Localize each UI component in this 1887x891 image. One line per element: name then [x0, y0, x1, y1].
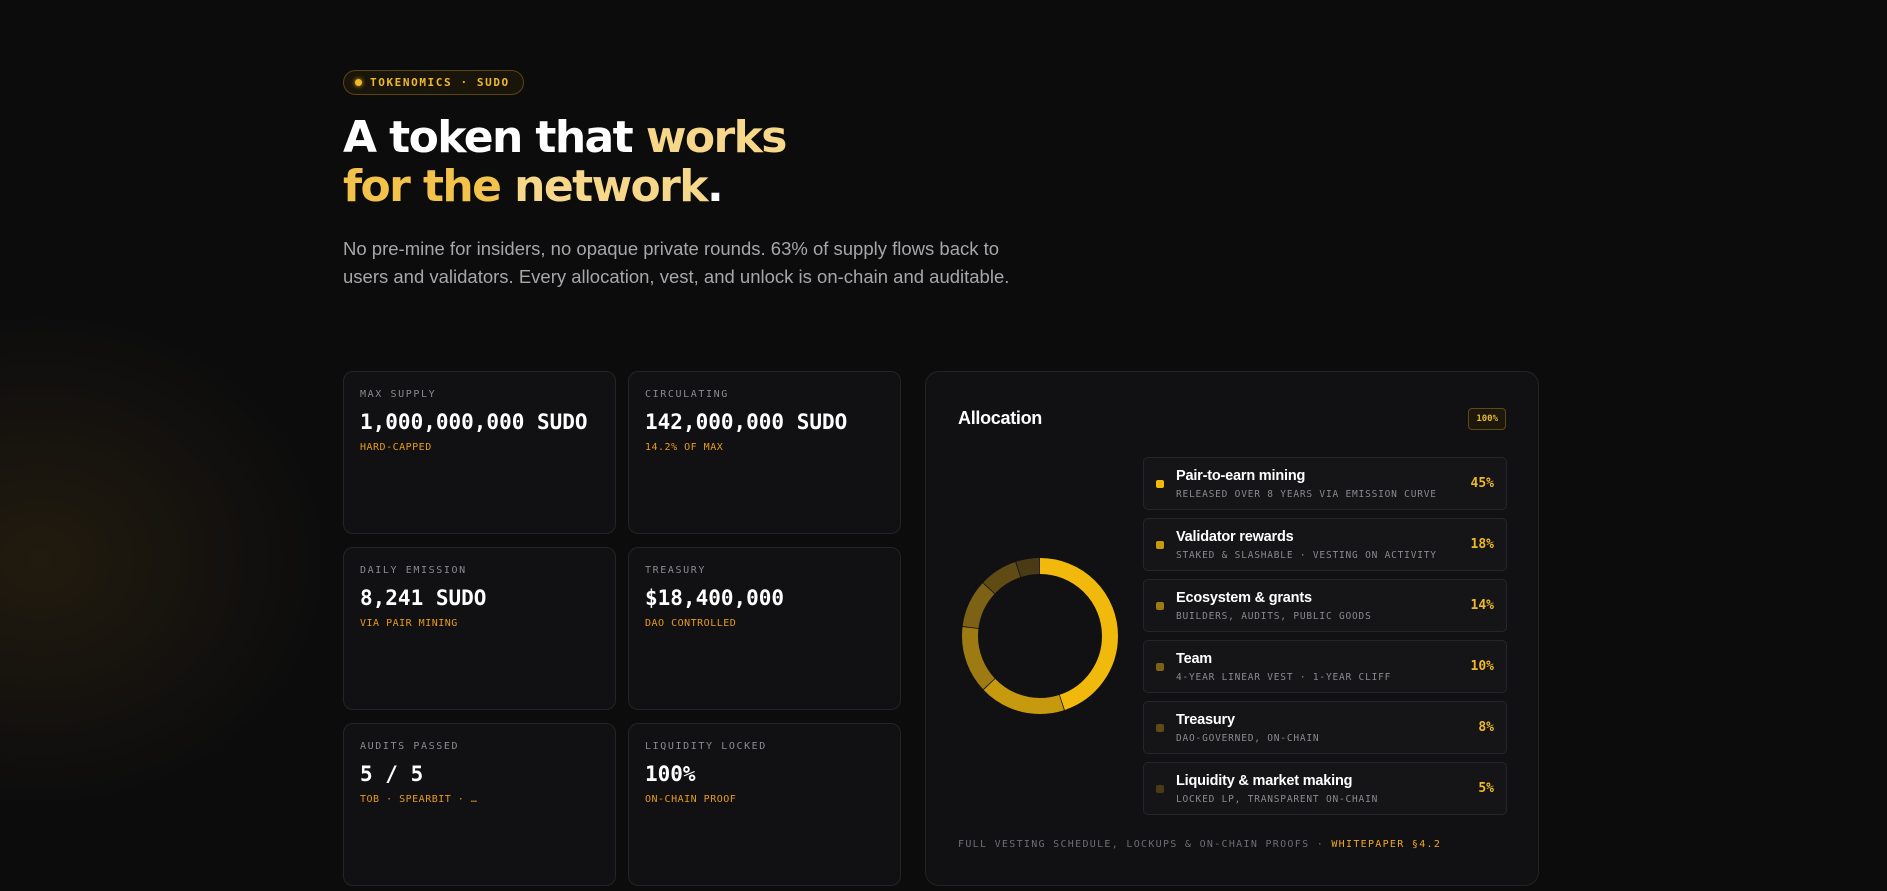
- allocation-total-badge: 100%: [1468, 408, 1506, 430]
- stat-value: 142,000,000 SUDO: [645, 410, 848, 434]
- allocation-donut-chart: [962, 558, 1118, 714]
- allocation-desc: STAKED & SLASHABLE · VESTING ON ACTIVITY: [1176, 550, 1437, 561]
- swatch-icon: [1156, 785, 1164, 793]
- stat-card-daily-emission: DAILY EMISSION 8,241 SUDO VIA PAIR MININ…: [343, 547, 616, 710]
- allocation-name: Treasury: [1176, 712, 1235, 728]
- stat-card-treasury: TREASURY $18,400,000 DAO CONTROLLED: [628, 547, 901, 710]
- stat-card-circulating: CIRCULATING 142,000,000 SUDO 14.2% OF MA…: [628, 371, 901, 534]
- title-part-3: for the: [343, 161, 515, 212]
- swatch-icon: [1156, 663, 1164, 671]
- allocation-pct: 18%: [1470, 537, 1494, 552]
- allocation-pct: 45%: [1470, 476, 1494, 491]
- tokenomics-section: TOKENOMICS · SUDO A token that works for…: [343, 70, 1539, 886]
- stat-subtext: TOB · SPEARBIT · …: [360, 794, 478, 805]
- dot-icon: [355, 79, 362, 86]
- whitepaper-link[interactable]: WHITEPAPER §4.2: [1331, 839, 1441, 850]
- page-description: No pre-mine for insiders, no opaque priv…: [343, 238, 1010, 287]
- allocation-desc: RELEASED OVER 8 YEARS VIA EMISSION CURVE: [1176, 489, 1437, 500]
- swatch-icon: [1156, 480, 1164, 488]
- allocation-desc: BUILDERS, AUDITS, PUBLIC GOODS: [1176, 611, 1372, 622]
- allocation-name: Pair-to-earn mining: [1176, 468, 1306, 484]
- allocation-pct: 10%: [1470, 659, 1494, 674]
- allocation-row-validator: Validator rewards STAKED & SLASHABLE · V…: [1143, 518, 1507, 571]
- swatch-icon: [1156, 541, 1164, 549]
- allocation-row-ecosystem: Ecosystem & grants BUILDERS, AUDITS, PUB…: [1143, 579, 1507, 632]
- swatch-icon: [1156, 724, 1164, 732]
- allocation-footnote: FULL VESTING SCHEDULE, LOCKUPS & ON-CHAI…: [958, 839, 1441, 850]
- allocation-name: Liquidity & market making: [1176, 773, 1353, 789]
- stat-label: TREASURY: [645, 565, 706, 576]
- allocation-row-treasury: Treasury DAO-GOVERNED, ON-CHAIN 8%: [1143, 701, 1507, 754]
- title-part-1: A token that: [343, 112, 646, 163]
- stat-subtext: ON-CHAIN PROOF: [645, 794, 737, 805]
- allocation-panel: Allocation 100% Pair-to-earn mining RELE…: [925, 371, 1539, 886]
- allocation-name: Validator rewards: [1176, 529, 1294, 545]
- stat-card-max-supply: MAX SUPPLY 1,000,000,000 SUDO HARD-CAPPE…: [343, 371, 616, 534]
- stat-label: AUDITS PASSED: [360, 741, 460, 752]
- section-badge: TOKENOMICS · SUDO: [343, 70, 524, 95]
- allocation-desc: 4-YEAR LINEAR VEST · 1-YEAR CLIFF: [1176, 672, 1392, 683]
- stat-subtext: DAO CONTROLLED: [645, 618, 737, 629]
- allocation-pct: 5%: [1478, 781, 1494, 796]
- stat-subtext: VIA PAIR MINING: [360, 618, 458, 629]
- footnote-text: FULL VESTING SCHEDULE, LOCKUPS & ON-CHAI…: [958, 839, 1332, 850]
- allocation-desc: DAO-GOVERNED, ON-CHAIN: [1176, 733, 1320, 744]
- stat-label: CIRCULATING: [645, 389, 729, 400]
- stat-value: 8,241 SUDO: [360, 586, 487, 610]
- stat-label: MAX SUPPLY: [360, 389, 437, 400]
- allocation-row-team: Team 4-YEAR LINEAR VEST · 1-YEAR CLIFF 1…: [1143, 640, 1507, 693]
- allocation-row-mining: Pair-to-earn mining RELEASED OVER 8 YEAR…: [1143, 457, 1507, 510]
- stat-value: 1,000,000,000 SUDO: [360, 410, 588, 434]
- title-part-4: network: [514, 161, 708, 212]
- allocation-title: Allocation: [958, 408, 1043, 428]
- allocation-desc: LOCKED LP, TRANSPARENT ON-CHAIN: [1176, 794, 1379, 805]
- stat-value: 100%: [645, 762, 696, 786]
- stat-label: LIQUIDITY LOCKED: [645, 741, 767, 752]
- stat-subtext: HARD-CAPPED: [360, 442, 432, 453]
- swatch-icon: [1156, 602, 1164, 610]
- allocation-name: Ecosystem & grants: [1176, 590, 1312, 606]
- page-title: A token that works for the network.: [343, 113, 1539, 211]
- stat-card-liquidity-locked: LIQUIDITY LOCKED 100% ON-CHAIN PROOF: [628, 723, 901, 886]
- allocation-pct: 8%: [1478, 720, 1494, 735]
- stat-value: $18,400,000: [645, 586, 785, 610]
- allocation-name: Team: [1176, 651, 1213, 667]
- title-part-2: works: [645, 112, 788, 163]
- stat-subtext: 14.2% OF MAX: [645, 442, 724, 453]
- stat-label: DAILY EMISSION: [360, 565, 467, 576]
- allocation-row-liquidity: Liquidity & market making LOCKED LP, TRA…: [1143, 762, 1507, 815]
- stat-value: 5 / 5: [360, 762, 424, 786]
- title-part-5: .: [706, 161, 724, 212]
- stat-card-audits-passed: AUDITS PASSED 5 / 5 TOB · SPEARBIT · …: [343, 723, 616, 886]
- section-badge-label: TOKENOMICS · SUDO: [370, 76, 510, 89]
- allocation-pct: 14%: [1470, 598, 1494, 613]
